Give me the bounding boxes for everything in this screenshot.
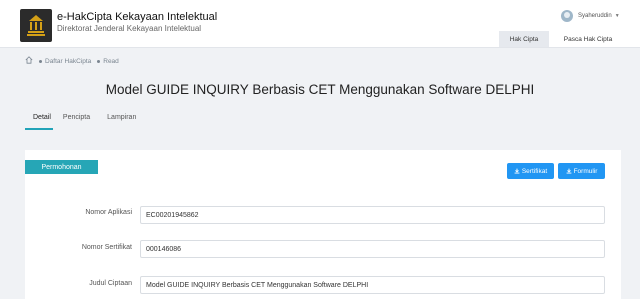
- tab-bar: Detail Pencipta Lampiran: [25, 112, 153, 130]
- judul-ciptaan-field[interactable]: Model GUIDE INQUIRY Berbasis CET Menggun…: [140, 276, 605, 294]
- nav-pasca-hak-cipta[interactable]: Pasca Hak Cipta: [553, 31, 623, 47]
- field-label-nomor-aplikasi: Nomor Aplikasi: [85, 209, 132, 216]
- field-label-judul-ciptaan: Judul Ciptaan: [89, 280, 132, 287]
- breadcrumb-daftar-hakcipta[interactable]: Daftar HakCipta: [45, 58, 91, 65]
- formulir-label: Formulir: [573, 167, 598, 175]
- breadcrumb-separator: [39, 59, 42, 63]
- app-subtitle: Direktorat Jenderal Kekayaan Intelektual: [57, 24, 202, 33]
- home-icon[interactable]: [25, 56, 33, 66]
- nomor-aplikasi-field[interactable]: EC00201945862: [140, 206, 605, 224]
- user-menu[interactable]: Syaheruddin ▼: [561, 10, 620, 22]
- nav-hak-cipta[interactable]: Hak Cipta: [499, 31, 549, 47]
- avatar: [561, 10, 573, 22]
- app-title: e-HakCipta Kekayaan Intelektual: [57, 11, 218, 23]
- section-label-permohonan: Permohonan: [25, 160, 98, 174]
- download-icon: [566, 168, 571, 174]
- breadcrumb-read: Read: [103, 57, 119, 65]
- sertifikat-label: Sertifikat: [521, 167, 548, 175]
- page-title: Model GUIDE INQUIRY Berbasis CET Menggun…: [105, 82, 535, 97]
- formulir-button[interactable]: Formulir: [558, 163, 605, 179]
- tab-detail[interactable]: Detail: [25, 112, 53, 130]
- download-icon: [514, 168, 520, 174]
- breadcrumb-separator: [97, 59, 101, 63]
- user-name: Syaheruddin: [578, 13, 612, 19]
- nomor-sertifikat-field[interactable]: 000146086: [140, 240, 605, 258]
- breadcrumb: Daftar HakCipta Read: [25, 56, 119, 66]
- tab-lampiran[interactable]: Lampiran: [107, 112, 136, 130]
- djki-logo: [20, 9, 52, 42]
- app-header: e-HakCipta Kekayaan Intelektual Direktor…: [0, 0, 640, 48]
- tab-pencipta[interactable]: Pencipta: [63, 112, 90, 130]
- field-label-nomor-sertifikat: Nomor Sertifikat: [81, 244, 132, 251]
- sertifikat-button[interactable]: Sertifikat: [507, 163, 554, 179]
- chevron-down-icon: ▼: [614, 13, 620, 19]
